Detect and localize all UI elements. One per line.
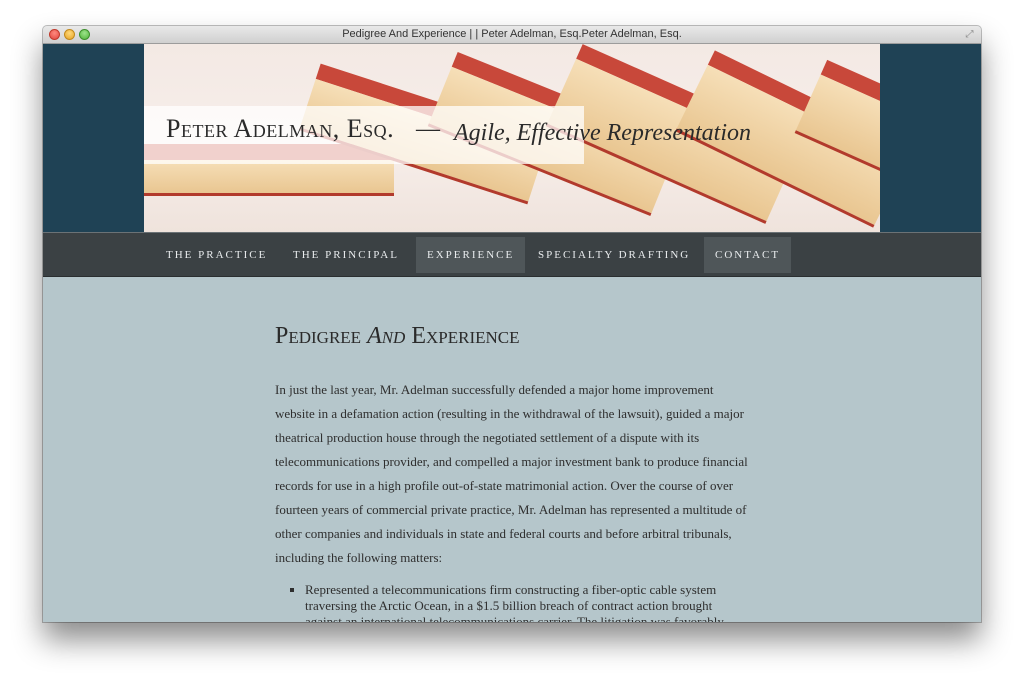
list-item: Represented a telecommunications firm co… — [305, 582, 750, 622]
nav-item-experience[interactable]: Experience — [416, 237, 526, 273]
site-title[interactable]: Peter Adelman, Esq. — [166, 114, 394, 144]
nav-item-the-practice[interactable]: The Practice — [155, 237, 278, 273]
close-window-button[interactable] — [49, 29, 60, 40]
browser-window: Pedigree And Experience | | Peter Adelma… — [43, 26, 981, 622]
fullscreen-icon[interactable]: ⤢ — [964, 29, 975, 40]
window-titlebar: Pedigree And Experience | | Peter Adelma… — [43, 26, 981, 44]
intro-paragraph: In just the last year, Mr. Adelman succe… — [275, 382, 748, 565]
zoom-window-button[interactable] — [79, 29, 90, 40]
main-navigation: The Practice The Principal Experience Sp… — [43, 232, 981, 277]
nav-item-contact[interactable]: Contact — [704, 237, 792, 273]
page-title: Pedigree And Experience — [275, 323, 520, 349]
main-content: Pedigree And Experience In just the last… — [275, 323, 750, 622]
site-tagline: Agile, Effective Representation — [454, 120, 751, 146]
site-header: Peter Adelman, Esq. — Agile, Effective R… — [43, 44, 981, 232]
title-separator: — — [416, 116, 440, 142]
window-title: Pedigree And Experience | | Peter Adelma… — [342, 28, 682, 40]
minimize-window-button[interactable] — [64, 29, 75, 40]
header-banner: Peter Adelman, Esq. — Agile, Effective R… — [144, 44, 880, 232]
nav-item-specialty-drafting[interactable]: Specialty Drafting — [527, 237, 701, 273]
matters-list: Represented a telecommunications firm co… — [275, 582, 750, 622]
nav-item-the-principal[interactable]: The Principal — [282, 237, 410, 273]
